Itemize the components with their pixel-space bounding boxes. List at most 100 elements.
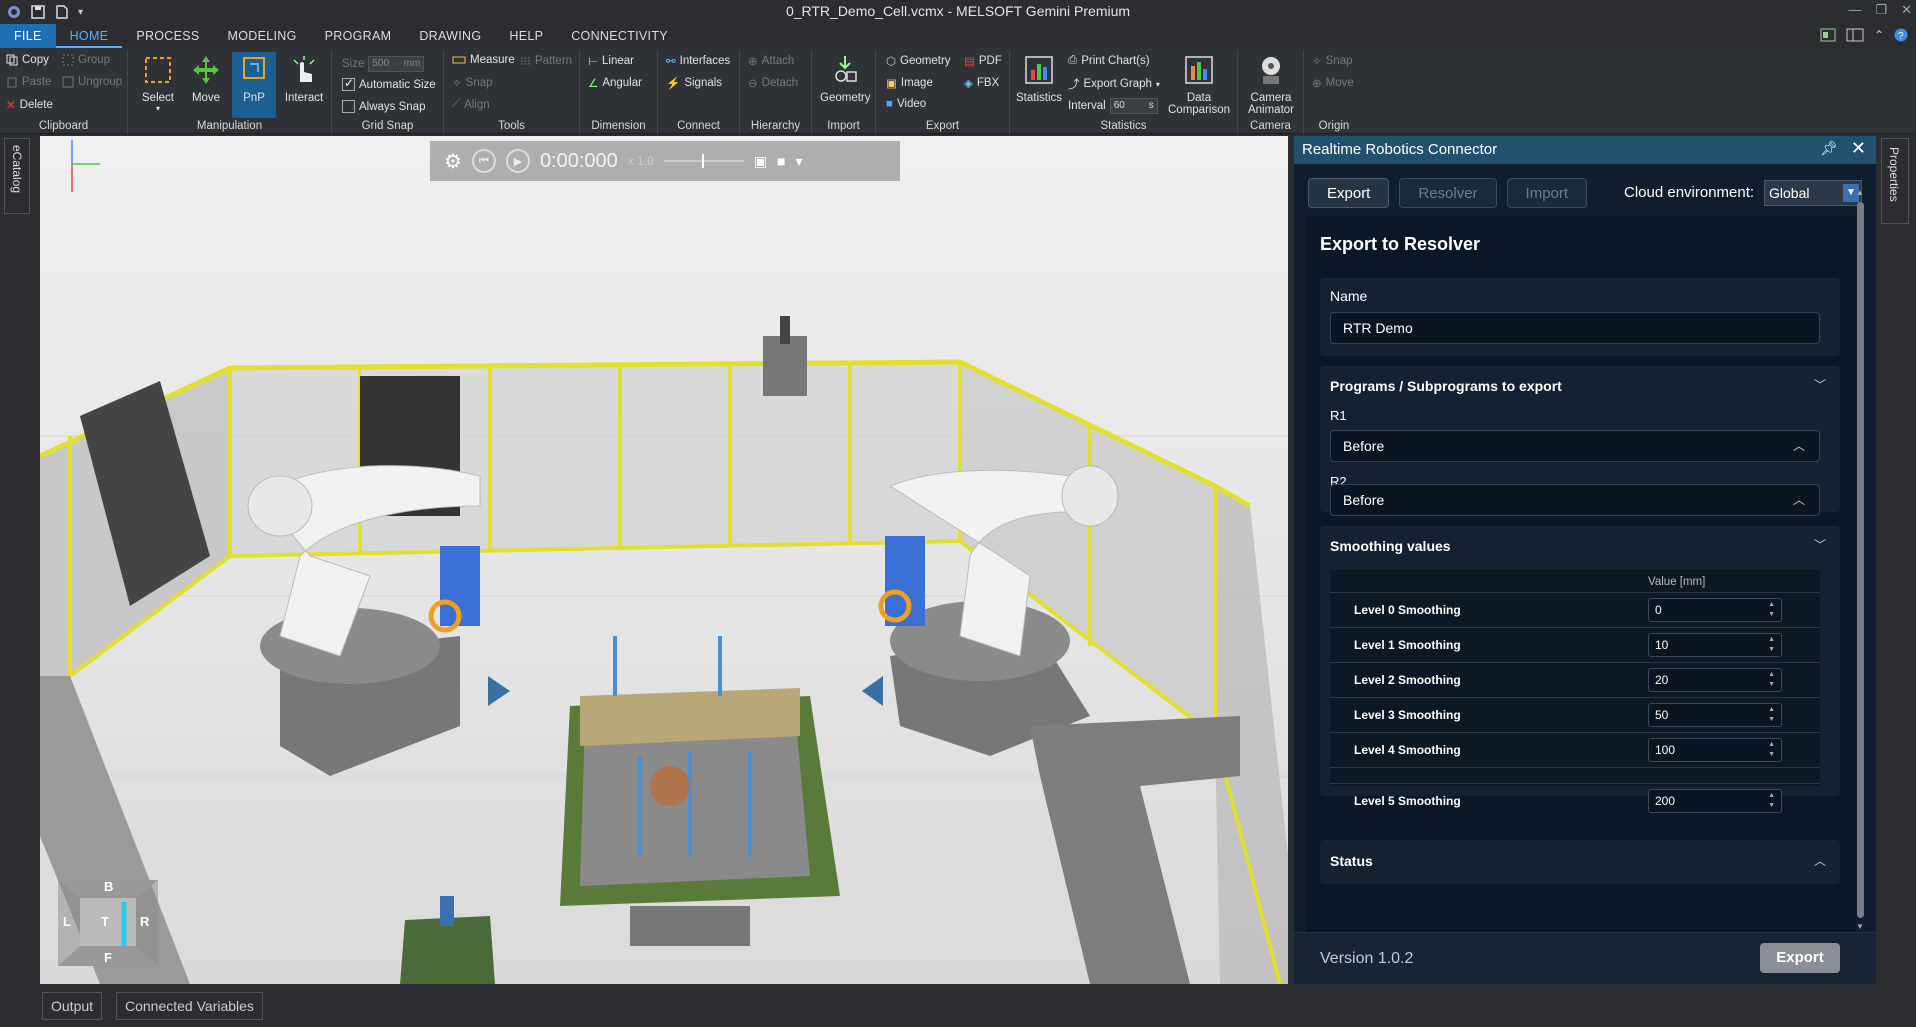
panel-scrollbar[interactable]: ▲ ▼ xyxy=(1854,188,1866,932)
interact-button[interactable]: Interact xyxy=(280,52,328,104)
ungroup-button[interactable]: Ungroup xyxy=(62,76,122,88)
paste-button[interactable]: Paste xyxy=(6,76,51,88)
tab-connectivity[interactable]: CONNECTIVITY xyxy=(557,24,682,48)
app-logo-icon[interactable] xyxy=(6,4,22,20)
play-button[interactable]: ▶ xyxy=(505,149,530,173)
scroll-down-icon[interactable]: ▼ xyxy=(1856,922,1864,931)
copy-button[interactable]: Copy xyxy=(6,54,49,66)
close-panel-icon[interactable]: ✕ xyxy=(1851,138,1866,159)
minimize-icon[interactable]: — xyxy=(1848,2,1861,18)
navcube-back[interactable]: B xyxy=(104,879,113,894)
delete-button[interactable]: ✕ Delete xyxy=(6,98,53,112)
tab-import[interactable]: Import xyxy=(1506,178,1588,208)
speed-slider-handle[interactable] xyxy=(701,154,704,168)
save-icon[interactable] xyxy=(30,4,46,20)
print-charts-button[interactable]: ⎙ Print Chart(s) xyxy=(1068,54,1150,67)
navcube-left[interactable]: L xyxy=(63,914,71,929)
collapse-ribbon-icon[interactable]: ⌃ xyxy=(1874,28,1884,42)
grid-size-input[interactable]: 500 mm xyxy=(368,56,425,72)
origin-snap-button[interactable]: ✧ Snap xyxy=(1312,54,1353,68)
tab-export[interactable]: Export xyxy=(1308,178,1390,208)
r1-select[interactable]: Before ︿ xyxy=(1330,430,1820,462)
signals-button[interactable]: ⚡ Signals xyxy=(666,76,722,90)
new-file-icon[interactable] xyxy=(54,4,70,20)
tab-modeling[interactable]: MODELING xyxy=(214,24,311,48)
attach-button[interactable]: ⊕ Attach xyxy=(748,54,794,68)
tab-resolver[interactable]: Resolver xyxy=(1399,178,1497,208)
measure-button[interactable]: Measure xyxy=(452,54,515,66)
navcube-right[interactable]: R xyxy=(140,914,150,929)
output-tab[interactable]: Output xyxy=(42,992,103,1020)
smoothing-collapse-icon[interactable]: ﹀ xyxy=(1814,536,1826,553)
spinner-arrows-icon[interactable]: ▲ ▼ xyxy=(1768,670,1775,690)
status-expand-icon[interactable]: ︿ xyxy=(1814,852,1826,869)
spinner-arrows-icon[interactable]: ▲ ▼ xyxy=(1768,635,1775,655)
angular-dimension-button[interactable]: ∠ Angular xyxy=(588,76,642,90)
export-button[interactable]: Export xyxy=(1760,943,1840,973)
window-layout-icon[interactable] xyxy=(1846,28,1864,42)
select-button[interactable]: Select ▾ xyxy=(136,52,180,113)
export-pdf-button[interactable]: ▤ PDF xyxy=(964,54,1002,68)
camera-animator-button[interactable]: Camera Animator xyxy=(1242,52,1300,116)
scroll-up-icon[interactable]: ▲ xyxy=(1856,188,1864,197)
ecatalog-side-tab[interactable]: eCatalog xyxy=(4,138,30,214)
restore-icon[interactable]: ❐ xyxy=(1875,2,1887,18)
linear-dimension-button[interactable]: ⊢ Linear xyxy=(588,54,634,68)
3d-viewport[interactable]: ⚙ ⏮ ▶ 0:00:000 x 1.0 ▣ ■ ▾ B L T R F xyxy=(40,136,1288,984)
statistics-button[interactable]: Statistics xyxy=(1014,52,1064,104)
smoothing-value-input[interactable]: 0 ▲ ▼ xyxy=(1648,598,1782,622)
r2-select[interactable]: Before ︿ xyxy=(1330,484,1820,516)
smoothing-value-input[interactable]: 50 ▲ ▼ xyxy=(1648,703,1782,727)
settings-gear-icon[interactable]: ⚙ xyxy=(444,149,462,174)
export-fbx-button[interactable]: ◈ FBX xyxy=(964,76,999,90)
timeline-options-icon[interactable]: ▾ xyxy=(796,153,803,170)
help-icon[interactable]: ? xyxy=(1894,28,1908,42)
pnp-button[interactable]: PnP xyxy=(232,52,276,118)
screenshot-icon[interactable]: ▣ xyxy=(754,153,767,170)
detach-button[interactable]: ⊖ Detach xyxy=(748,76,798,90)
tab-program[interactable]: PROGRAM xyxy=(311,24,406,48)
programs-collapse-icon[interactable]: ﹀ xyxy=(1814,376,1826,393)
smoothing-value-input[interactable]: 10 ▲ ▼ xyxy=(1648,633,1782,657)
data-comparison-button[interactable]: Data Comparison xyxy=(1164,52,1234,116)
export-video-button[interactable]: ■ Video xyxy=(886,98,926,110)
tab-file[interactable]: FILE xyxy=(0,24,56,48)
tab-drawing[interactable]: DRAWING xyxy=(405,24,495,48)
always-snap-checkbox[interactable]: Always Snap xyxy=(342,100,425,113)
navigation-cube[interactable]: B L T R F xyxy=(54,862,162,970)
import-geometry-button[interactable]: Geometry xyxy=(820,52,871,104)
pattern-button[interactable]: ⁝⁝⁝ Pattern xyxy=(520,54,572,68)
tab-help[interactable]: HELP xyxy=(495,24,557,48)
spinner-arrows-icon[interactable]: ▲ ▼ xyxy=(1768,705,1775,725)
smoothing-value-input[interactable]: 200 ▲ ▼ xyxy=(1648,789,1782,813)
group-button[interactable]: Group xyxy=(62,54,110,66)
pin-icon[interactable]: 📌︎ xyxy=(1820,140,1838,157)
smoothing-value-input[interactable]: 100 ▲ ▼ xyxy=(1648,738,1782,762)
tab-process[interactable]: PROCESS xyxy=(122,24,213,48)
navcube-top[interactable]: T xyxy=(101,914,109,929)
speed-slider[interactable] xyxy=(663,154,744,168)
tab-home[interactable]: HOME xyxy=(55,24,123,48)
origin-move-button[interactable]: ⊕ Move xyxy=(1312,76,1354,90)
customize-toolbar-icon[interactable]: ▾ xyxy=(78,7,83,18)
close-window-icon[interactable]: ✕ xyxy=(1901,2,1912,18)
connected-variables-tab[interactable]: Connected Variables xyxy=(116,992,263,1020)
interval-input[interactable]: 60 s xyxy=(1109,98,1158,114)
move-button[interactable]: Move xyxy=(184,52,228,104)
rewind-button[interactable]: ⏮ xyxy=(471,149,496,173)
spinner-arrows-icon[interactable]: ▲ ▼ xyxy=(1768,600,1775,620)
align-button[interactable]: ⟋ Align xyxy=(452,98,490,111)
export-geometry-button[interactable]: ⬡ Geometry xyxy=(886,54,951,68)
name-input[interactable]: RTR Demo xyxy=(1330,312,1820,344)
smoothing-value-input[interactable]: 20 ▲ ▼ xyxy=(1648,668,1782,692)
automatic-size-checkbox[interactable]: Automatic Size xyxy=(342,76,436,91)
spinner-arrows-icon[interactable]: ▲ ▼ xyxy=(1768,791,1775,811)
spinner-arrows-icon[interactable]: ▲ ▼ xyxy=(1768,740,1775,760)
snap-button[interactable]: ✧ Snap xyxy=(452,76,493,90)
interfaces-button[interactable]: ⚯ Interfaces xyxy=(666,54,730,68)
cloud-environment-select[interactable]: Global ▼ xyxy=(1764,180,1862,206)
export-graph-button[interactable]: ⤴ Export Graph ▾ xyxy=(1068,76,1160,92)
layout-icon[interactable] xyxy=(1820,28,1836,42)
scrollbar-thumb[interactable] xyxy=(1857,202,1864,918)
properties-side-tab[interactable]: Properties xyxy=(1881,138,1909,224)
